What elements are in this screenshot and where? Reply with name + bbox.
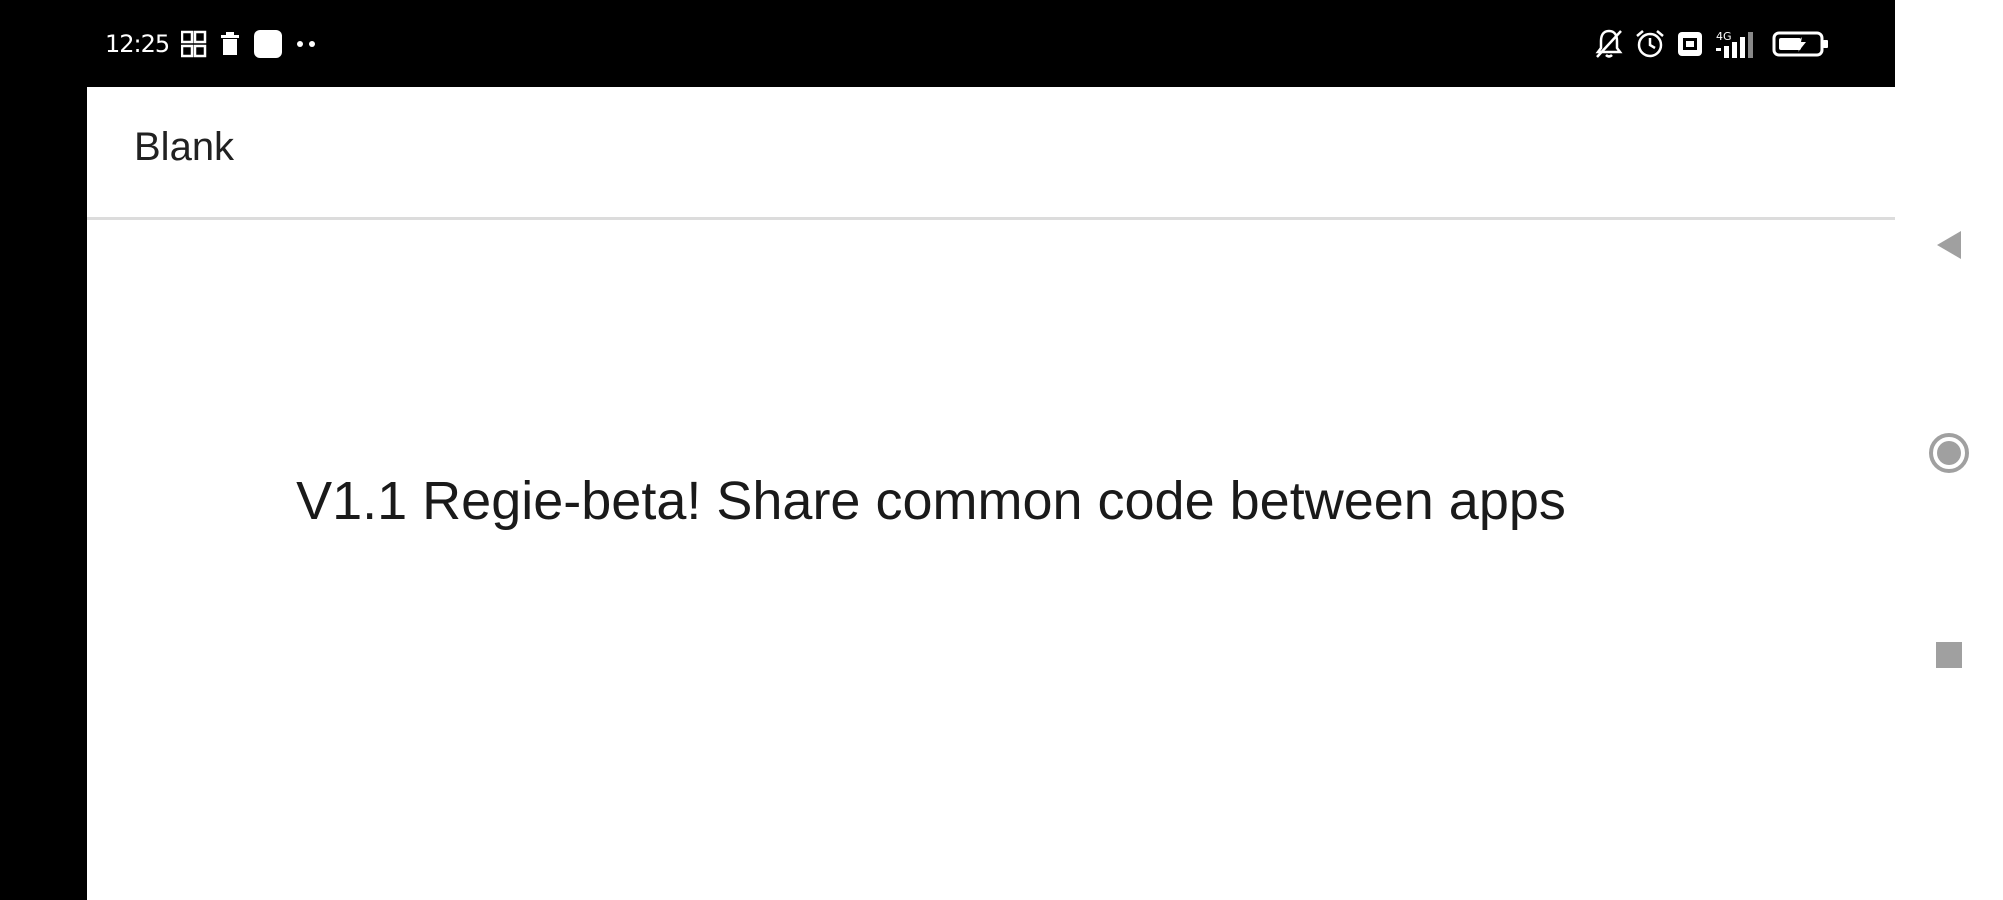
more-dots-icon (295, 39, 319, 49)
square-app-icon (253, 29, 283, 59)
signal-icon: 4G (1714, 28, 1762, 60)
welcome-message: V1.1 Regie-beta! Share common code betwe… (296, 471, 1566, 531)
left-bezel (0, 0, 87, 900)
nav-home-button[interactable] (1895, 418, 2003, 488)
recents-square-icon (1936, 642, 1962, 668)
alarm-clock-icon (1634, 28, 1666, 60)
app-title: Blank (134, 125, 235, 169)
status-left-group: 12:25 (105, 26, 319, 62)
nfc-icon (1676, 30, 1704, 58)
grid-app-icon (181, 30, 207, 58)
main-content: V1.1 Regie-beta! Share common code betwe… (87, 220, 1895, 900)
battery-icon (1772, 29, 1830, 59)
home-circle-icon (1929, 433, 1969, 473)
trash-icon (219, 31, 241, 57)
bell-off-icon (1594, 28, 1624, 60)
svg-text:4G: 4G (1716, 30, 1732, 43)
status-right-group: 4G (1594, 26, 1830, 62)
status-bar: 12:25 4G (0, 0, 1895, 87)
device-screen: 12:25 4G Blank V1.1 Regie-beta! Share co… (0, 0, 2003, 900)
app-bar: Blank (87, 87, 1895, 220)
status-time: 12:25 (105, 30, 170, 58)
nav-recents-button[interactable] (1895, 620, 2003, 690)
navigation-bar (1895, 0, 2003, 900)
back-triangle-icon (1937, 231, 1961, 259)
nav-back-button[interactable] (1895, 210, 2003, 280)
